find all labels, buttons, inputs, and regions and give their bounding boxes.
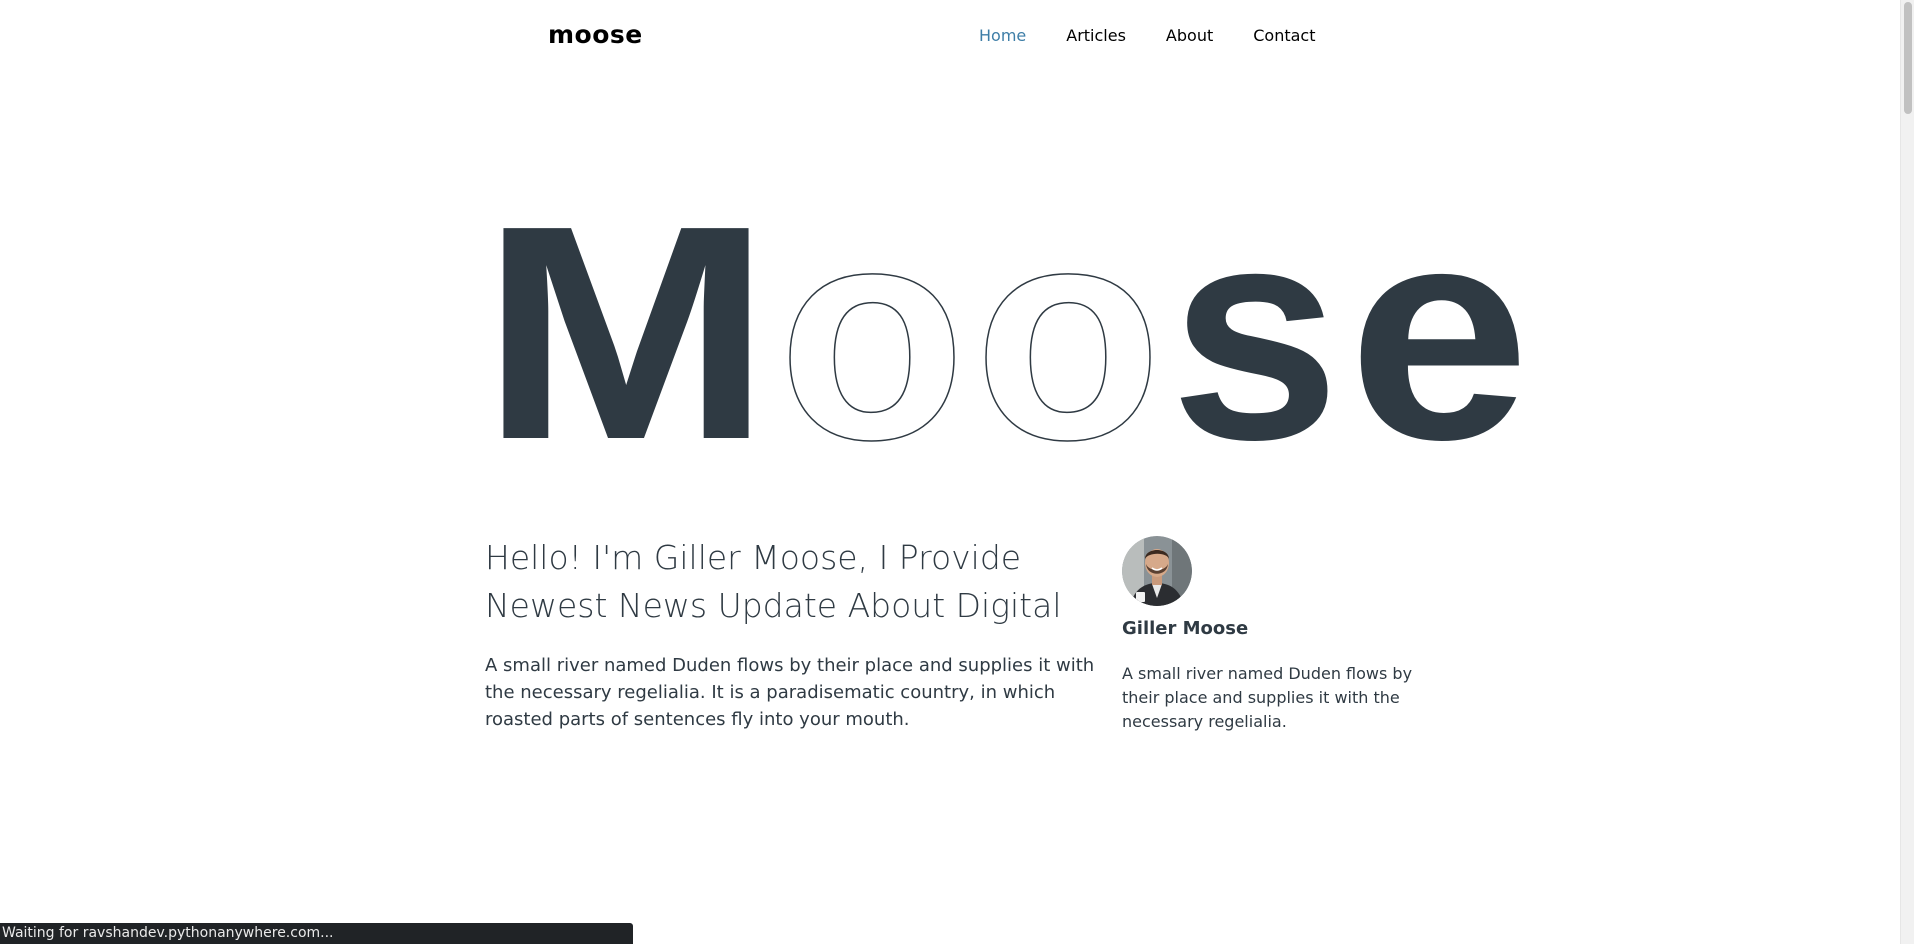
hero-title-svg: M o o s e — [480, 170, 1530, 470]
hero-letter-o-outline-2: o — [974, 170, 1162, 470]
hero-letter-m: M — [480, 170, 772, 470]
intro-paragraph: A small river named Duden flows by their… — [485, 655, 1095, 730]
site-logo[interactable]: moose — [548, 20, 643, 49]
nav-home[interactable]: Home — [979, 25, 1026, 47]
nav-about[interactable]: About — [1166, 25, 1213, 47]
author-name: Giller Moose — [1122, 618, 1249, 639]
page-scrollbar[interactable] — [1900, 0, 1914, 944]
scrollbar-thumb[interactable] — [1904, 2, 1912, 114]
author-avatar — [1122, 536, 1192, 606]
avatar-image-icon — [1122, 536, 1192, 606]
browser-status-bar: Waiting for ravshandev.pythonanywhere.co… — [0, 923, 633, 944]
nav-articles[interactable]: Articles — [1066, 25, 1126, 47]
page: moose Home Articles About Contact M o o … — [0, 0, 1914, 944]
nav-contact[interactable]: Contact — [1253, 25, 1315, 47]
intro-headline: Hello! I'm Giller Moose, I Provide Newes… — [485, 538, 1062, 625]
main-nav: Home Articles About Contact — [979, 25, 1355, 47]
hero-title: M o o s e — [480, 170, 1560, 470]
hero-letter-e: e — [1348, 170, 1530, 470]
author-bio: A small river named Duden flows by their… — [1122, 664, 1413, 731]
hero-letter-o-outline-1: o — [778, 170, 966, 470]
hero-letter-s: s — [1170, 170, 1340, 470]
